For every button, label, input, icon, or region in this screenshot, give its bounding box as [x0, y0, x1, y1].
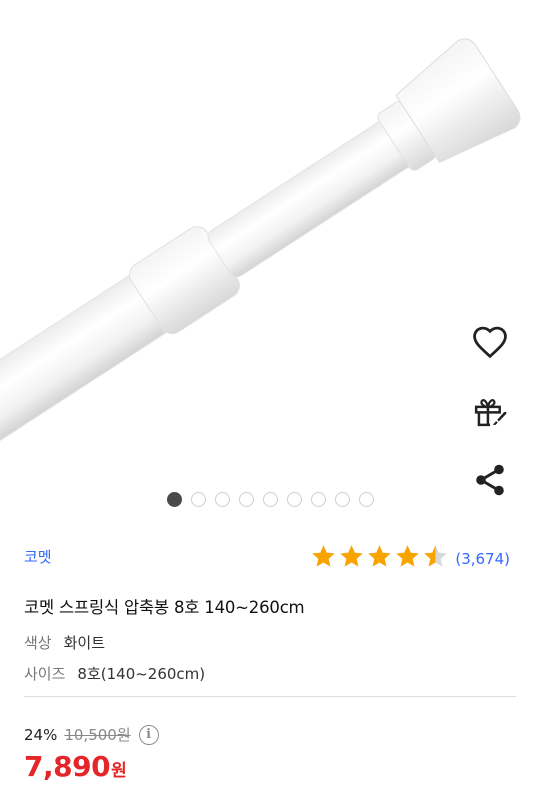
star-rating [310, 543, 449, 574]
star-icon [338, 543, 365, 574]
option-color: 색상 화이트 [24, 632, 105, 653]
pagination-dot[interactable] [190, 492, 206, 507]
product-image-area[interactable] [0, 0, 540, 520]
discount-rate: 24% [24, 725, 58, 744]
heart-icon [473, 326, 507, 359]
star-icon [310, 543, 337, 574]
review-count[interactable]: (3,674) [455, 550, 510, 568]
wishlist-button[interactable] [466, 318, 514, 366]
option-size-label: 사이즈 [24, 665, 66, 683]
pagination-dot[interactable] [310, 492, 326, 507]
product-image[interactable] [0, 0, 540, 520]
pagination-dot[interactable] [214, 492, 230, 507]
pagination-dot[interactable] [334, 492, 350, 507]
rating-summary[interactable]: (3,674) [310, 543, 510, 574]
option-size-value: 8호(140~260cm) [77, 665, 206, 683]
sale-price: 7,890 원 [24, 750, 127, 783]
option-color-label: 색상 [24, 634, 52, 652]
product-title: 코멧 스프링식 압축봉 8호 140~260cm [24, 598, 305, 617]
gift-button[interactable] [466, 387, 514, 435]
image-pagination [0, 492, 540, 507]
star-icon [422, 543, 449, 574]
star-icon [366, 543, 393, 574]
pagination-dot[interactable] [166, 492, 182, 507]
discount-row: 24% 10,500원 i [24, 724, 159, 745]
pagination-dot[interactable] [286, 492, 302, 507]
pagination-dot[interactable] [358, 492, 374, 507]
original-price: 10,500원 [64, 726, 131, 744]
option-color-value: 화이트 [63, 634, 106, 652]
sale-price-currency: 원 [111, 761, 127, 781]
pagination-dot[interactable] [262, 492, 278, 507]
gift-icon [474, 399, 507, 427]
divider [24, 696, 516, 697]
info-icon[interactable]: i [138, 724, 159, 745]
star-icon [394, 543, 421, 574]
brand-link[interactable]: 코멧 [24, 546, 52, 567]
pagination-dot[interactable] [238, 492, 254, 507]
option-size: 사이즈 8호(140~260cm) [24, 663, 205, 684]
sale-price-amount: 7,890 [24, 750, 111, 783]
